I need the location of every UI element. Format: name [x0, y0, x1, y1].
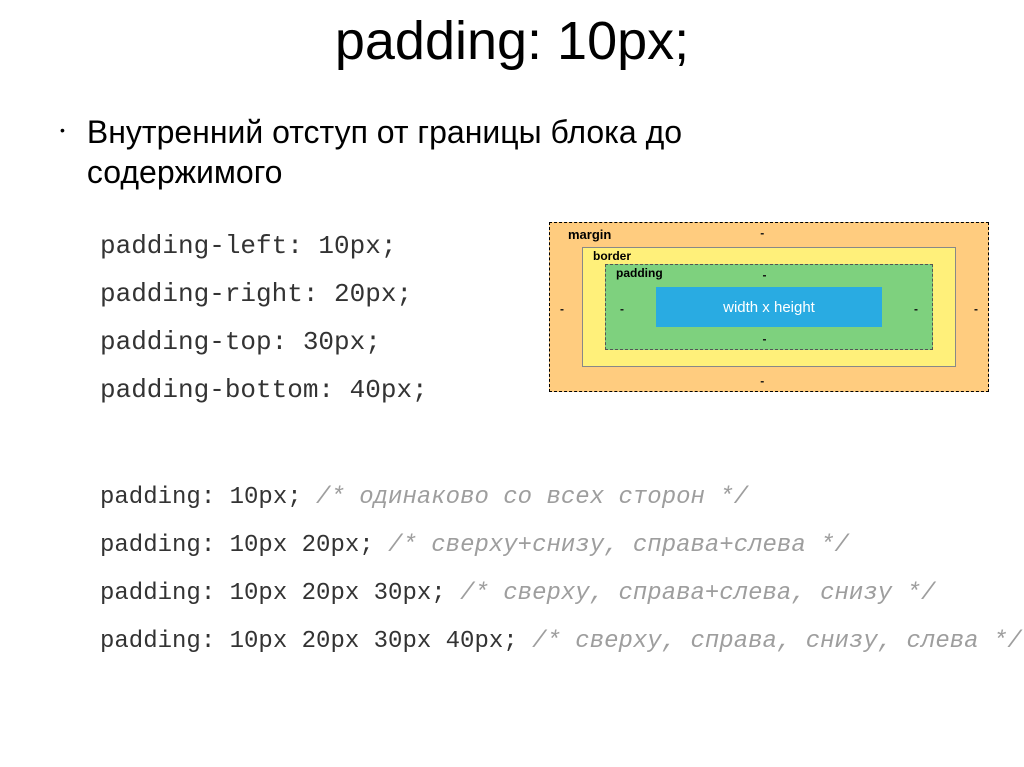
example-comment: /* сверху+снизу, справа+слева */	[388, 532, 849, 559]
bullet-text: Внутренний отступ от границы блока до со…	[87, 112, 787, 192]
example-comment: /* сверху, справа, снизу, слева */	[532, 628, 1022, 655]
example-code: padding: 10px;	[100, 484, 302, 511]
code-line: padding-right: 20px;	[100, 270, 428, 318]
box-model-diagram: margin - - - - border padding - - - - wi…	[549, 222, 989, 392]
slide-title: padding: 10px;	[0, 10, 1024, 72]
shorthand-examples: padding: 10px; /* одинаково со всех стор…	[0, 474, 1024, 666]
example-code: padding: 10px 20px;	[100, 532, 374, 559]
bullet-row: • Внутренний отступ от границы блока до …	[0, 112, 1024, 192]
padding-box: padding - - - - width x height	[605, 264, 933, 350]
code-line: padding-top: 30px;	[100, 318, 428, 366]
padding-sides-code: padding-left: 10px; padding-right: 20px;…	[100, 222, 428, 414]
dash-mark: -	[914, 302, 918, 316]
code-line: padding-bottom: 40px;	[100, 366, 428, 414]
dash-mark: -	[760, 226, 764, 240]
dash-mark: -	[974, 302, 978, 316]
example-line: padding: 10px 20px; /* сверху+снизу, спр…	[100, 522, 1024, 570]
margin-label: margin	[568, 227, 611, 242]
example-code: padding: 10px 20px 30px;	[100, 580, 446, 607]
dash-mark: -	[760, 374, 764, 388]
code-line: padding-left: 10px;	[100, 222, 428, 270]
example-code: padding: 10px 20px 30px 40px;	[100, 628, 518, 655]
example-line: padding: 10px 20px 30px 40px; /* сверху,…	[100, 618, 1024, 666]
example-comment: /* сверху, справа+слева, снизу */	[460, 580, 935, 607]
border-label: border	[593, 249, 631, 263]
padding-label: padding	[616, 266, 663, 280]
dash-mark: -	[620, 302, 624, 316]
middle-section: padding-left: 10px; padding-right: 20px;…	[0, 222, 1024, 414]
example-comment: /* одинаково со всех сторон */	[316, 484, 748, 511]
example-line: padding: 10px 20px 30px; /* сверху, спра…	[100, 570, 1024, 618]
dash-mark: -	[560, 302, 564, 316]
dash-mark: -	[762, 332, 766, 346]
content-box: width x height	[656, 287, 882, 327]
dash-mark: -	[762, 268, 766, 282]
bullet-marker: •	[60, 112, 65, 148]
border-box: border padding - - - - width x height	[582, 247, 956, 367]
example-line: padding: 10px; /* одинаково со всех стор…	[100, 474, 1024, 522]
